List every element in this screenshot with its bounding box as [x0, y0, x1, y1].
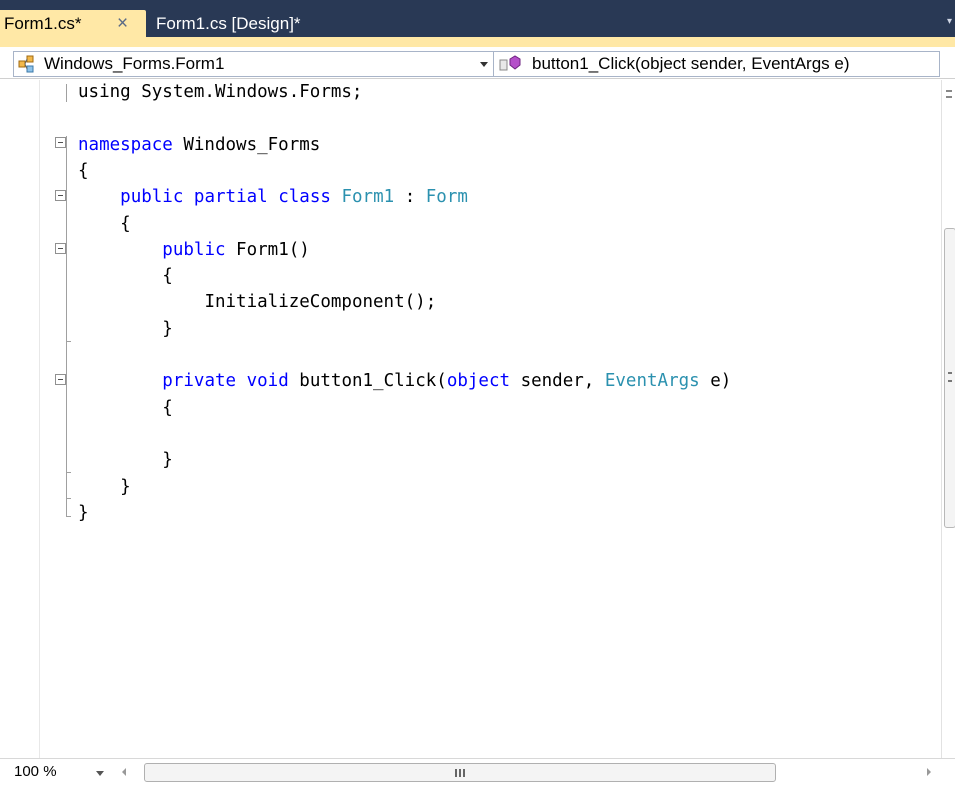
code-token: button1_Click( [288, 371, 447, 392]
indicator-margin[interactable] [0, 80, 40, 758]
code-token: Form1() [225, 239, 310, 260]
code-line[interactable]: { [78, 212, 131, 236]
outline-end-tick [66, 498, 71, 499]
class-icon [18, 55, 34, 73]
code-line[interactable]: InitializeComponent(); [78, 290, 436, 314]
vertical-scroll-thumb[interactable] [944, 228, 955, 528]
editor-bottom-bar: 100 % [0, 758, 955, 786]
chevron-down-icon[interactable] [480, 62, 488, 67]
code-line[interactable]: } [78, 501, 89, 525]
navigation-bar: Windows_Forms.Form1 button1_Click(object… [0, 47, 955, 79]
horizontal-scrollbar[interactable] [132, 763, 932, 782]
keyword-token: public [162, 239, 226, 260]
code-editor[interactable]: using System.Windows.Forms; namespace Win… [0, 80, 941, 758]
code-token: Windows_Forms [172, 134, 321, 155]
code-token: } [162, 318, 173, 339]
chevron-down-icon[interactable] [96, 771, 104, 776]
code-line[interactable]: public partial class Form1 : Form [78, 185, 468, 209]
scroll-right-icon[interactable] [927, 768, 931, 776]
code-token: { [120, 213, 131, 234]
code-line[interactable]: } [78, 475, 131, 499]
code-line[interactable]: namespace Windows_Forms [78, 133, 320, 157]
code-line[interactable]: using System.Windows.Forms; [78, 80, 362, 104]
code-line[interactable]: private void button1_Click(object sender… [78, 369, 731, 393]
code-token: { [162, 266, 173, 287]
code-line[interactable]: } [78, 317, 173, 341]
grip-icon [948, 372, 952, 382]
member-selector-value: button1_Click(object sender, EventArgs e… [532, 54, 850, 73]
collapse-icon[interactable] [55, 374, 66, 385]
code-token: } [120, 476, 131, 497]
outline-end-tick [66, 341, 71, 342]
type-token: Form [425, 187, 468, 208]
collapse-icon[interactable] [55, 190, 66, 201]
code-token: : [394, 187, 426, 208]
outline-line [66, 84, 67, 102]
close-icon[interactable]: × [117, 10, 128, 37]
code-line[interactable]: { [78, 264, 173, 288]
scroll-left-icon[interactable] [122, 768, 126, 776]
zoom-level[interactable]: 100 % [14, 763, 57, 780]
code-token: using System.Windows.Forms; [78, 82, 363, 102]
code-token: InitializeComponent(); [204, 292, 437, 313]
code-token: } [162, 450, 173, 471]
code-token: { [78, 160, 89, 181]
outline-end-tick [66, 472, 71, 473]
grip-icon [455, 769, 465, 777]
keyword-token: public [120, 187, 184, 208]
outline-end-tick [66, 516, 71, 517]
splitter-handle-icon[interactable] [946, 90, 952, 98]
tab-overflow-dropdown-icon[interactable]: ▾ [947, 14, 955, 30]
keyword-token: void [246, 371, 289, 392]
type-selector-value: Windows_Forms.Form1 [44, 54, 225, 73]
tab-label: Form1.cs* [4, 14, 82, 33]
code-token: e) [699, 371, 732, 392]
tab-label: Form1.cs [Design]* [156, 14, 301, 33]
collapse-icon[interactable] [55, 137, 66, 148]
outline-line [66, 136, 67, 516]
tab-form1-cs[interactable]: Form1.cs* × [0, 10, 146, 37]
keyword-token: private [162, 371, 237, 392]
tab-form1-design[interactable]: Form1.cs [Design]* [148, 10, 334, 37]
keyword-token: class [278, 187, 331, 208]
keyword-token: object [446, 371, 511, 392]
code-token: sender, [510, 371, 605, 392]
vertical-scrollbar[interactable] [941, 80, 955, 758]
code-line[interactable]: { [78, 396, 173, 420]
keyword-token: namespace [78, 134, 173, 155]
collapse-icon[interactable] [55, 243, 66, 254]
code-line[interactable]: public Form1() [78, 238, 310, 262]
type-token: EventArgs [604, 371, 700, 392]
member-selector-dropdown[interactable]: button1_Click(object sender, EventArgs e… [493, 51, 940, 77]
code-line[interactable]: } [78, 448, 173, 472]
code-token: { [162, 397, 173, 418]
horizontal-scroll-thumb[interactable] [144, 763, 776, 782]
keyword-token: partial [193, 187, 268, 208]
code-line[interactable]: { [78, 159, 89, 183]
document-tab-strip: Form1.cs* × Form1.cs [Design]* ▾ [0, 0, 955, 37]
method-icon [499, 55, 521, 71]
type-token: Form1 [341, 187, 395, 208]
type-selector-dropdown[interactable]: Windows_Forms.Form1 [13, 51, 493, 77]
active-tab-underline [0, 37, 955, 47]
code-token: } [78, 502, 89, 523]
